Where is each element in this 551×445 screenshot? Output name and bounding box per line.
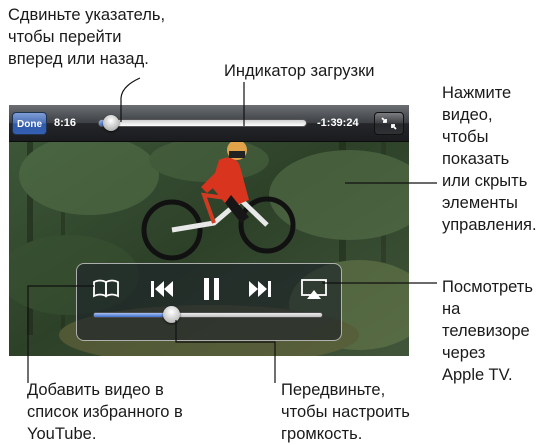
top-control-bar: Done 8:16 -1:39:24	[9, 105, 409, 142]
exit-fullscreen-button[interactable]	[374, 112, 404, 135]
callout-volume: Передвиньте, чтобы настроить громкость.	[281, 379, 410, 445]
volume-knob[interactable]	[163, 306, 181, 323]
pause-button[interactable]	[194, 275, 228, 303]
callout-line: Добавить видео в	[27, 381, 164, 399]
callout-line: на	[442, 300, 461, 318]
video-screen[interactable]: Done 8:16 -1:39:24	[9, 105, 409, 356]
previous-button[interactable]	[145, 275, 179, 303]
previous-track-icon	[151, 281, 173, 297]
exit-fullscreen-icon	[381, 117, 397, 130]
callout-line: управления.	[442, 216, 537, 234]
next-track-icon	[249, 281, 271, 297]
callout-add-favorite: Добавить видео в список избранного в You…	[27, 379, 183, 445]
callout-line: чтобы перейти	[8, 28, 122, 46]
callout-line: YouTube.	[27, 425, 97, 443]
volume-level	[94, 313, 172, 317]
airplay-icon	[301, 279, 327, 299]
add-to-favorites-button[interactable]	[89, 275, 123, 303]
callout-line: вперед или назад.	[8, 50, 149, 68]
callout-line: Нажмите	[442, 84, 512, 102]
playback-control-panel	[76, 263, 342, 341]
time-remaining: -1:39:24	[317, 117, 359, 129]
open-book-icon	[93, 279, 119, 298]
callout-line: видео,	[442, 106, 493, 124]
callout-scrubber: Сдвиньте указатель, чтобы перейти вперед…	[8, 4, 165, 70]
callout-loading-indicator: Индикатор загрузки	[224, 60, 375, 82]
callout-line: список избранного в	[27, 403, 183, 421]
callout-line: Apple TV.	[442, 366, 513, 384]
callout-line: Сдвиньте указатель,	[8, 6, 166, 24]
time-elapsed: 8:16	[54, 117, 77, 129]
next-button[interactable]	[243, 275, 277, 303]
callout-line: показать	[442, 150, 510, 168]
callout-airplay: Посмотреть на телевизоре через Apple TV.	[442, 276, 533, 386]
callout-line: Индикатор загрузки	[224, 62, 375, 80]
callout-tap-video: Нажмите видео, чтобы показать или скрыть…	[442, 82, 537, 236]
callout-line: чтобы	[442, 128, 489, 146]
callout-line: элементы	[442, 194, 518, 212]
callout-line: Посмотреть	[442, 278, 533, 296]
pause-icon	[204, 278, 219, 300]
callout-line: или скрыть	[442, 172, 528, 190]
airplay-button[interactable]	[297, 275, 331, 303]
callout-line: через	[442, 344, 486, 362]
scrubber-knob[interactable]	[102, 115, 119, 131]
done-button[interactable]: Done	[12, 112, 47, 135]
callout-line: чтобы настроить	[281, 403, 410, 421]
volume-slider[interactable]	[93, 312, 323, 318]
callout-line: Передвиньте,	[281, 381, 386, 399]
callout-line: громкость.	[281, 425, 363, 443]
scrubber-track[interactable]	[98, 119, 307, 127]
callout-line: телевизоре	[442, 322, 530, 340]
